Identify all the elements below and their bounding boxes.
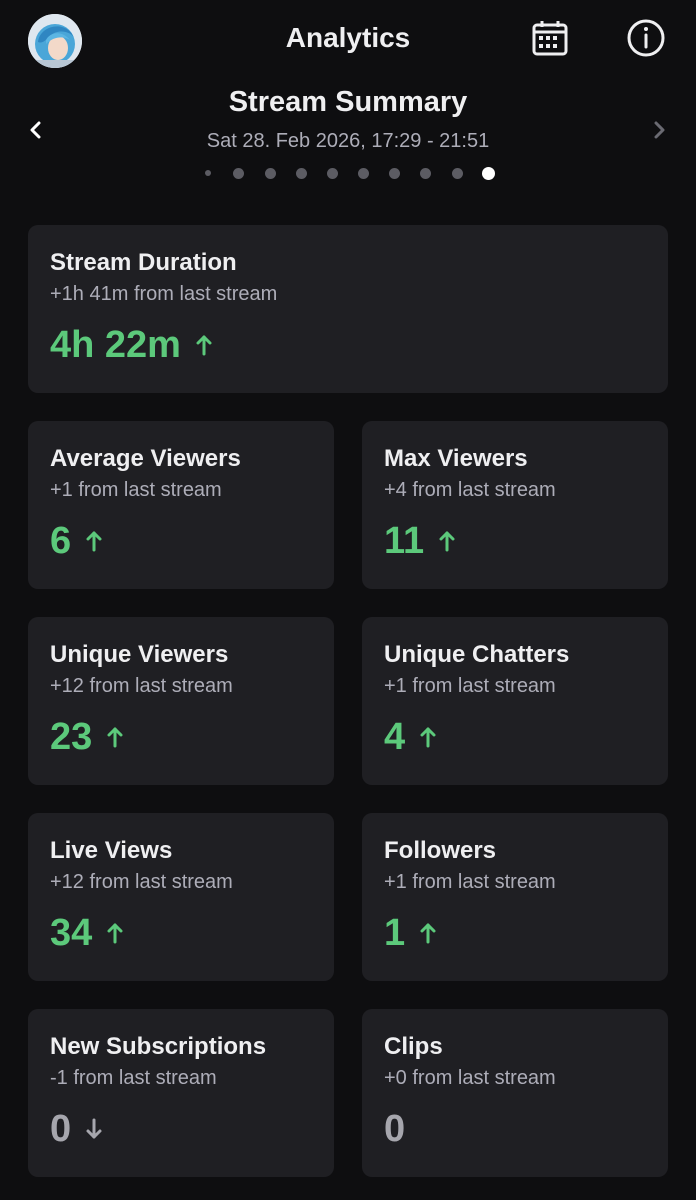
card-change: +1h 41m from last stream — [50, 283, 278, 305]
card-change: +1 from last stream — [384, 675, 556, 697]
card-value: 34 — [50, 912, 93, 954]
arrow-up-icon — [85, 530, 103, 552]
card-change: +4 from last stream — [384, 479, 556, 501]
calendar-icon — [531, 19, 569, 62]
page-dot[interactable] — [442, 165, 473, 181]
card-value-row: 0 — [50, 1107, 103, 1151]
page-dot-active[interactable] — [473, 165, 504, 181]
card-value: 0 — [50, 1108, 72, 1150]
card-change: +12 from last stream — [50, 675, 233, 697]
arrow-down-icon — [85, 1118, 103, 1140]
card-value-row: 6 — [50, 519, 103, 563]
stream-duration-card[interactable]: Stream Duration +1h 41m from last stream… — [28, 225, 668, 393]
card-value-row: 34 — [50, 911, 124, 955]
chevron-right-icon — [649, 120, 669, 145]
followers-card[interactable]: Followers +1 from last stream 1 — [362, 813, 668, 981]
page-dot[interactable] — [410, 165, 441, 181]
card-change: +12 from last stream — [50, 871, 233, 893]
average-viewers-card[interactable]: Average Viewers +1 from last stream 6 — [28, 421, 334, 589]
summary-date: Sat 28. Feb 2026, 17:29 - 21:51 — [206, 130, 490, 152]
stream-summary-header: Stream Summary Sat 28. Feb 2026, 17:29 -… — [0, 84, 696, 194]
card-title: Live Views — [50, 837, 173, 864]
card-value-row: 4 — [384, 715, 437, 759]
arrow-up-icon — [106, 922, 124, 944]
card-title: Stream Duration — [50, 249, 237, 276]
summary-title: Stream Summary — [228, 86, 468, 118]
card-change: +0 from last stream — [384, 1067, 556, 1089]
card-title: Unique Viewers — [50, 641, 229, 668]
card-value-row: 1 — [384, 911, 437, 955]
unique-chatters-card[interactable]: Unique Chatters +1 from last stream 4 — [362, 617, 668, 785]
card-value-row: 23 — [50, 715, 124, 759]
card-title: Max Viewers — [384, 445, 528, 472]
card-change: +1 from last stream — [50, 479, 222, 501]
card-value: 0 — [384, 1108, 406, 1150]
page-dot[interactable] — [348, 165, 379, 181]
unique-viewers-card[interactable]: Unique Viewers +12 from last stream 23 — [28, 617, 334, 785]
calendar-button[interactable] — [528, 18, 572, 62]
page-dot[interactable] — [317, 165, 348, 181]
card-value-row: 11 — [384, 519, 456, 563]
info-button[interactable] — [624, 18, 668, 62]
avatar[interactable] — [28, 14, 82, 68]
card-title: Average Viewers — [50, 445, 241, 472]
next-stream-button[interactable] — [641, 114, 677, 150]
card-value-row: 4h 22m — [50, 323, 213, 367]
card-value-row: 0 — [384, 1107, 405, 1151]
live-views-card[interactable]: Live Views +12 from last stream 34 — [28, 813, 334, 981]
info-icon — [626, 18, 666, 63]
card-title: Unique Chatters — [384, 641, 570, 668]
page-dot[interactable] — [223, 165, 254, 181]
arrow-up-icon — [419, 726, 437, 748]
card-value: 11 — [384, 520, 425, 562]
card-title: Clips — [384, 1033, 443, 1060]
max-viewers-card[interactable]: Max Viewers +4 from last stream 11 — [362, 421, 668, 589]
card-value: 6 — [50, 520, 72, 562]
card-value: 4 — [384, 716, 406, 758]
card-value: 23 — [50, 716, 93, 758]
card-value: 4h 22m — [50, 324, 181, 366]
card-change: +1 from last stream — [384, 871, 556, 893]
arrow-up-icon — [106, 726, 124, 748]
card-value: 1 — [384, 912, 406, 954]
page-dot[interactable] — [254, 165, 285, 181]
arrow-up-icon — [438, 530, 456, 552]
new-subscriptions-card[interactable]: New Subscriptions -1 from last stream 0 — [28, 1009, 334, 1177]
page-dot[interactable] — [379, 165, 410, 181]
page-dot[interactable] — [192, 165, 223, 181]
top-bar: Analytics — [0, 0, 696, 84]
page-indicator — [0, 165, 696, 181]
card-title: New Subscriptions — [50, 1033, 267, 1060]
clips-card[interactable]: Clips +0 from last stream 0 — [362, 1009, 668, 1177]
arrow-up-icon — [195, 334, 213, 356]
card-change: -1 from last stream — [50, 1067, 217, 1089]
page-title: Analytics — [285, 22, 411, 53]
arrow-up-icon — [419, 922, 437, 944]
page-dot[interactable] — [286, 165, 317, 181]
card-title: Followers — [384, 837, 497, 864]
